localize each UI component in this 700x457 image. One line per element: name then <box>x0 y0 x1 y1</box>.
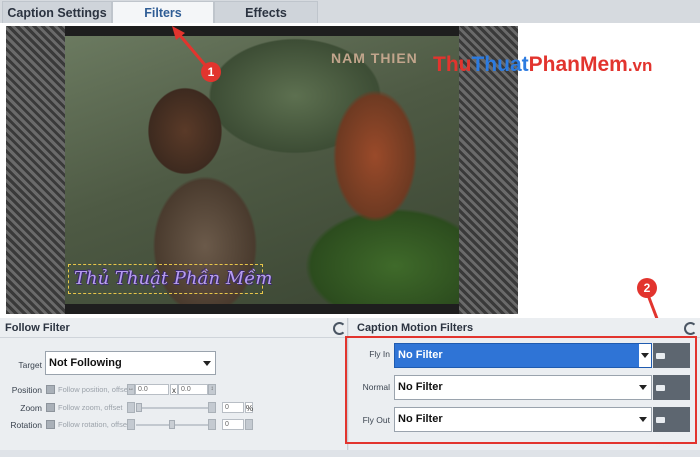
target-select-value: Not Following <box>49 357 122 369</box>
position-label: Position <box>11 385 42 395</box>
position-checkbox[interactable] <box>46 385 55 394</box>
target-label: Target <box>18 360 42 370</box>
position-x-arrows-icon[interactable]: ↔ <box>127 384 135 395</box>
arrow-1-line <box>176 32 207 66</box>
zoom-checkbox[interactable] <box>46 403 55 412</box>
rotation-slider-thumb[interactable] <box>169 420 175 429</box>
zoom-slider-thumb[interactable] <box>136 403 142 412</box>
zoom-decrease-button[interactable] <box>127 402 135 413</box>
position-y-arrows-icon[interactable]: ↕ <box>208 384 216 395</box>
annotation-badge-1: 1 <box>201 62 221 82</box>
annotation-badge-2: 2 <box>637 278 657 298</box>
zoom-increase-button[interactable] <box>208 402 216 413</box>
rotation-text: Follow rotation, offset <box>58 420 130 429</box>
rotation-input[interactable]: 0 <box>222 419 244 430</box>
rotation-checkbox[interactable] <box>46 420 55 429</box>
rotation-increase-button[interactable] <box>208 419 216 430</box>
target-select[interactable]: Not Following <box>45 351 216 375</box>
rotation-label: Rotation <box>10 420 42 430</box>
position-y-input[interactable]: 0.0 <box>178 384 208 395</box>
caption-motion-filters-title: Caption Motion Filters <box>349 318 700 338</box>
zoom-slider-track[interactable] <box>136 407 208 409</box>
chevron-down-icon <box>203 361 211 366</box>
zoom-text: Follow zoom, offset <box>58 403 123 412</box>
follow-filter-panel: Follow Filter Target Not Following Posit… <box>0 318 348 450</box>
annotation-highlight-box <box>345 336 697 444</box>
zoom-unit: % <box>245 402 254 413</box>
reset-icon[interactable] <box>684 322 697 335</box>
position-x-input[interactable]: 0.0 <box>135 384 169 395</box>
zoom-input[interactable]: 0 <box>222 402 244 413</box>
reset-icon[interactable] <box>333 322 346 335</box>
rotation-decrease-button[interactable] <box>127 419 135 430</box>
rotation-stepper[interactable] <box>245 419 253 430</box>
position-x-separator: x <box>170 384 178 395</box>
follow-filter-title: Follow Filter <box>0 318 347 338</box>
position-text: Follow position, offset <box>58 385 130 394</box>
zoom-label: Zoom <box>20 403 42 413</box>
